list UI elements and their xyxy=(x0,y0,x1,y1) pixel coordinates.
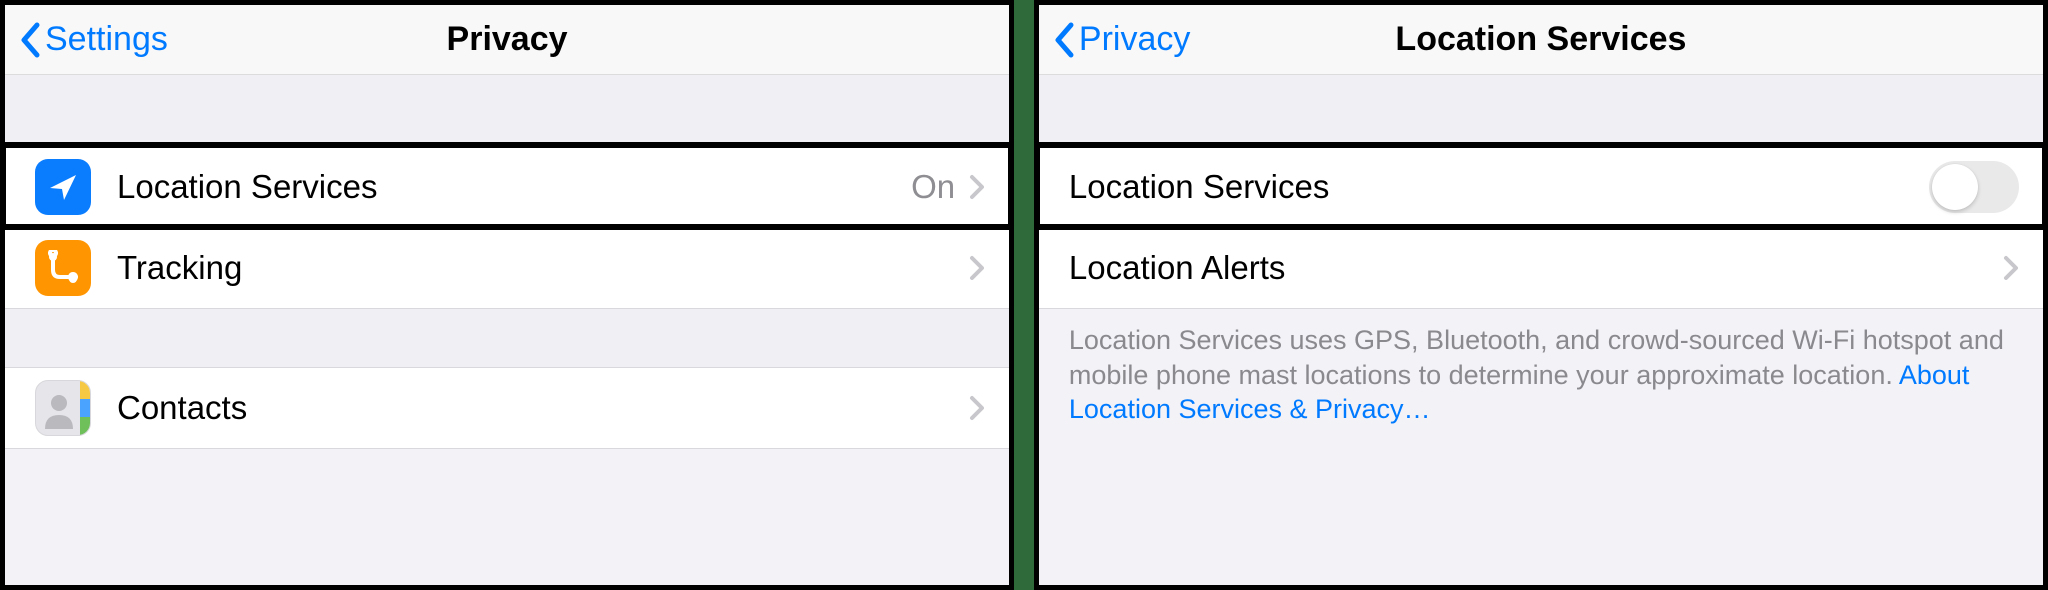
row-location-alerts[interactable]: Location Alerts xyxy=(1039,227,2043,309)
panel-separator xyxy=(1014,0,1034,590)
row-location-services[interactable]: Location Services On xyxy=(5,145,1009,227)
navbar: Privacy Location Services xyxy=(1039,5,2043,75)
footer-description: Location Services uses GPS, Bluetooth, a… xyxy=(1069,325,2004,390)
row-contacts[interactable]: Contacts xyxy=(5,367,1009,449)
section-gap xyxy=(1039,75,2043,145)
row-label: Location Alerts xyxy=(1069,249,2003,287)
privacy-panel: Settings Privacy Location Services On xyxy=(0,0,1014,590)
chevron-right-icon xyxy=(969,174,985,200)
row-value: On xyxy=(911,168,955,206)
location-list: Location Services Location Alerts xyxy=(1039,145,2043,309)
row-label: Tracking xyxy=(117,249,969,287)
row-location-services-toggle[interactable]: Location Services xyxy=(1039,145,2043,227)
row-label: Location Services xyxy=(117,168,911,206)
chevron-left-icon xyxy=(1053,22,1075,58)
section-gap xyxy=(5,75,1009,145)
tracking-icon xyxy=(35,240,91,296)
location-arrow-icon xyxy=(35,159,91,215)
navbar: Settings Privacy xyxy=(5,5,1009,75)
settings-list: Location Services On Tracking xyxy=(5,145,1009,309)
back-label: Privacy xyxy=(1079,20,1190,59)
footer-text: Location Services uses GPS, Bluetooth, a… xyxy=(1039,309,2043,439)
chevron-right-icon xyxy=(969,255,985,281)
back-button[interactable]: Privacy xyxy=(1039,20,1190,59)
location-services-toggle[interactable] xyxy=(1929,161,2019,213)
chevron-right-icon xyxy=(969,395,985,421)
back-label: Settings xyxy=(45,20,168,59)
back-button[interactable]: Settings xyxy=(5,20,168,59)
row-label: Location Services xyxy=(1069,168,1929,206)
contacts-icon xyxy=(35,380,91,436)
section-gap xyxy=(5,309,1009,367)
settings-list-2: Contacts xyxy=(5,367,1009,449)
toggle-knob xyxy=(1932,164,1978,210)
chevron-left-icon xyxy=(19,22,41,58)
chevron-right-icon xyxy=(2003,255,2019,281)
row-label: Contacts xyxy=(117,389,969,427)
location-services-panel: Privacy Location Services Location Servi… xyxy=(1034,0,2048,590)
row-tracking[interactable]: Tracking xyxy=(5,227,1009,309)
